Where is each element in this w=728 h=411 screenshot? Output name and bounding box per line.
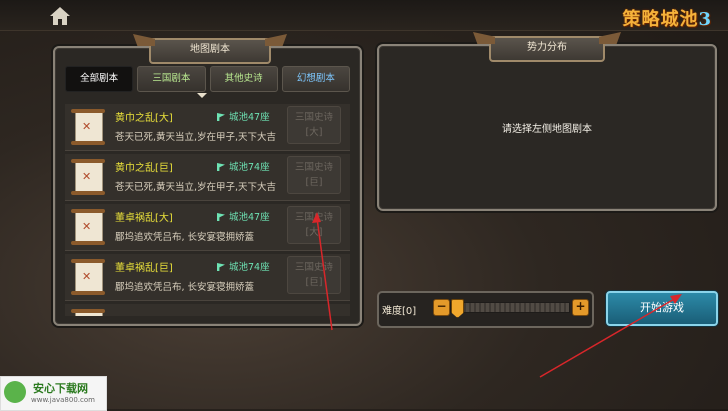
script-name: 黄巾之乱[大] — [115, 113, 173, 124]
script-name: 董卓祸乱[巨] — [115, 263, 173, 274]
watermark: 安心下载网 www.java800.com — [0, 376, 107, 411]
scroll-icon: ✕ — [71, 159, 105, 195]
logo-text: 策略城池 — [622, 9, 699, 30]
list-item[interactable]: ✕ 董卓祸乱[大] 城池47座 郿坞追欢凭吕布, 长安宴寝拥娇蓋 三国史诗 [大] — [65, 204, 350, 251]
script-description: 苍天已死,黄天当立,岁在甲子,天下大吉 — [115, 132, 277, 143]
script-category-button[interactable]: 三国史诗 [巨] — [287, 156, 341, 194]
difficulty-slider[interactable] — [450, 299, 570, 318]
watermark-title: 安心下载网 — [33, 382, 88, 395]
slider-handle[interactable] — [451, 299, 464, 318]
banner-wing-left — [473, 32, 495, 44]
list-item[interactable]: ✕ 董卓祸乱[巨] 城池74座 郿坞追欢凭吕布, 长安宴寝拥娇蓋 三国史诗 [巨] — [65, 254, 350, 301]
script-name: 黄巾之乱[巨] — [115, 163, 173, 174]
tab-three-kingdoms[interactable]: 三国剧本 — [137, 66, 206, 92]
scroll-icon — [71, 309, 105, 316]
start-game-button[interactable]: 开始游戏 — [606, 291, 718, 326]
force-distribution-panel: 势力分布 请选择左侧地图剧本 — [377, 32, 717, 211]
difficulty-increase-button[interactable]: + — [572, 299, 589, 316]
script-category-button[interactable]: 三国史诗 [大] — [287, 106, 341, 144]
list-item[interactable]: ✕ 黄巾之乱[大] 城池47座 苍天已死,黄天当立,岁在甲子,天下大吉 三国史诗… — [65, 104, 350, 151]
tab-pointer-icon — [197, 93, 207, 98]
city-count: 城池47座 — [217, 109, 270, 123]
banner-wing-right — [599, 32, 621, 44]
flag-icon — [217, 113, 225, 121]
difficulty-decrease-button[interactable]: − — [433, 299, 450, 316]
logo-number: 3 — [698, 9, 712, 30]
list-item[interactable]: ✕ 黄巾之乱[巨] 城池74座 苍天已死,黄天当立,岁在甲子,天下大吉 三国史诗… — [65, 154, 350, 201]
force-banner: 势力分布 — [473, 32, 605, 62]
difficulty-control: 难度[0] − + — [377, 291, 594, 328]
tab-fantasy[interactable]: 幻想剧本 — [281, 66, 350, 92]
flag-icon — [217, 163, 225, 171]
script-category-button[interactable]: 三国史诗 [巨] — [287, 256, 341, 294]
tab-other-epics[interactable]: 其他史诗 — [209, 66, 278, 92]
scroll-icon: ✕ — [71, 259, 105, 295]
game-logo: 策略城池3 — [622, 5, 712, 31]
city-count: 城池74座 — [217, 159, 270, 173]
force-title: 势力分布 — [527, 42, 567, 53]
watermark-logo-icon — [4, 381, 26, 403]
script-name: 董卓祸乱[大] — [115, 213, 173, 224]
script-tabs: 全部剧本 三国剧本 其他史诗 幻想剧本 — [65, 66, 350, 92]
script-description: 郿坞追欢凭吕布, 长安宴寝拥娇蓋 — [115, 282, 255, 293]
city-count: 城池47座 — [217, 209, 270, 223]
script-description: 郿坞追欢凭吕布, 长安宴寝拥娇蓋 — [115, 232, 255, 243]
watermark-url: www.java800.com — [31, 396, 95, 404]
script-description: 苍天已死,黄天当立,岁在甲子,天下大吉 — [115, 182, 277, 193]
tab-all-scripts[interactable]: 全部剧本 — [65, 66, 134, 92]
map-script-title: 地图剧本 — [190, 44, 230, 55]
map-script-banner: 地图剧本 — [133, 34, 271, 64]
select-map-hint: 请选择左侧地图剧本 — [502, 124, 592, 135]
home-icon[interactable] — [49, 6, 71, 26]
flag-icon — [217, 263, 225, 271]
scroll-icon: ✕ — [71, 209, 105, 245]
banner-wing-right — [265, 34, 287, 46]
map-script-panel: 地图剧本 全部剧本 三国剧本 其他史诗 幻想剧本 ✕ 黄巾之乱[大] 城池47座… — [53, 34, 362, 326]
script-category-button[interactable]: 三国史诗 [大] — [287, 206, 341, 244]
difficulty-label: 难度[0] — [382, 306, 417, 317]
script-list[interactable]: ✕ 黄巾之乱[大] 城池47座 苍天已死,黄天当立,岁在甲子,天下大吉 三国史诗… — [65, 104, 350, 316]
flag-icon — [217, 213, 225, 221]
scroll-icon: ✕ — [71, 109, 105, 145]
city-count: 城池74座 — [217, 259, 270, 273]
banner-wing-left — [133, 34, 155, 46]
top-bar: 策略城池3 — [0, 0, 728, 31]
list-item-partial[interactable] — [65, 304, 350, 316]
